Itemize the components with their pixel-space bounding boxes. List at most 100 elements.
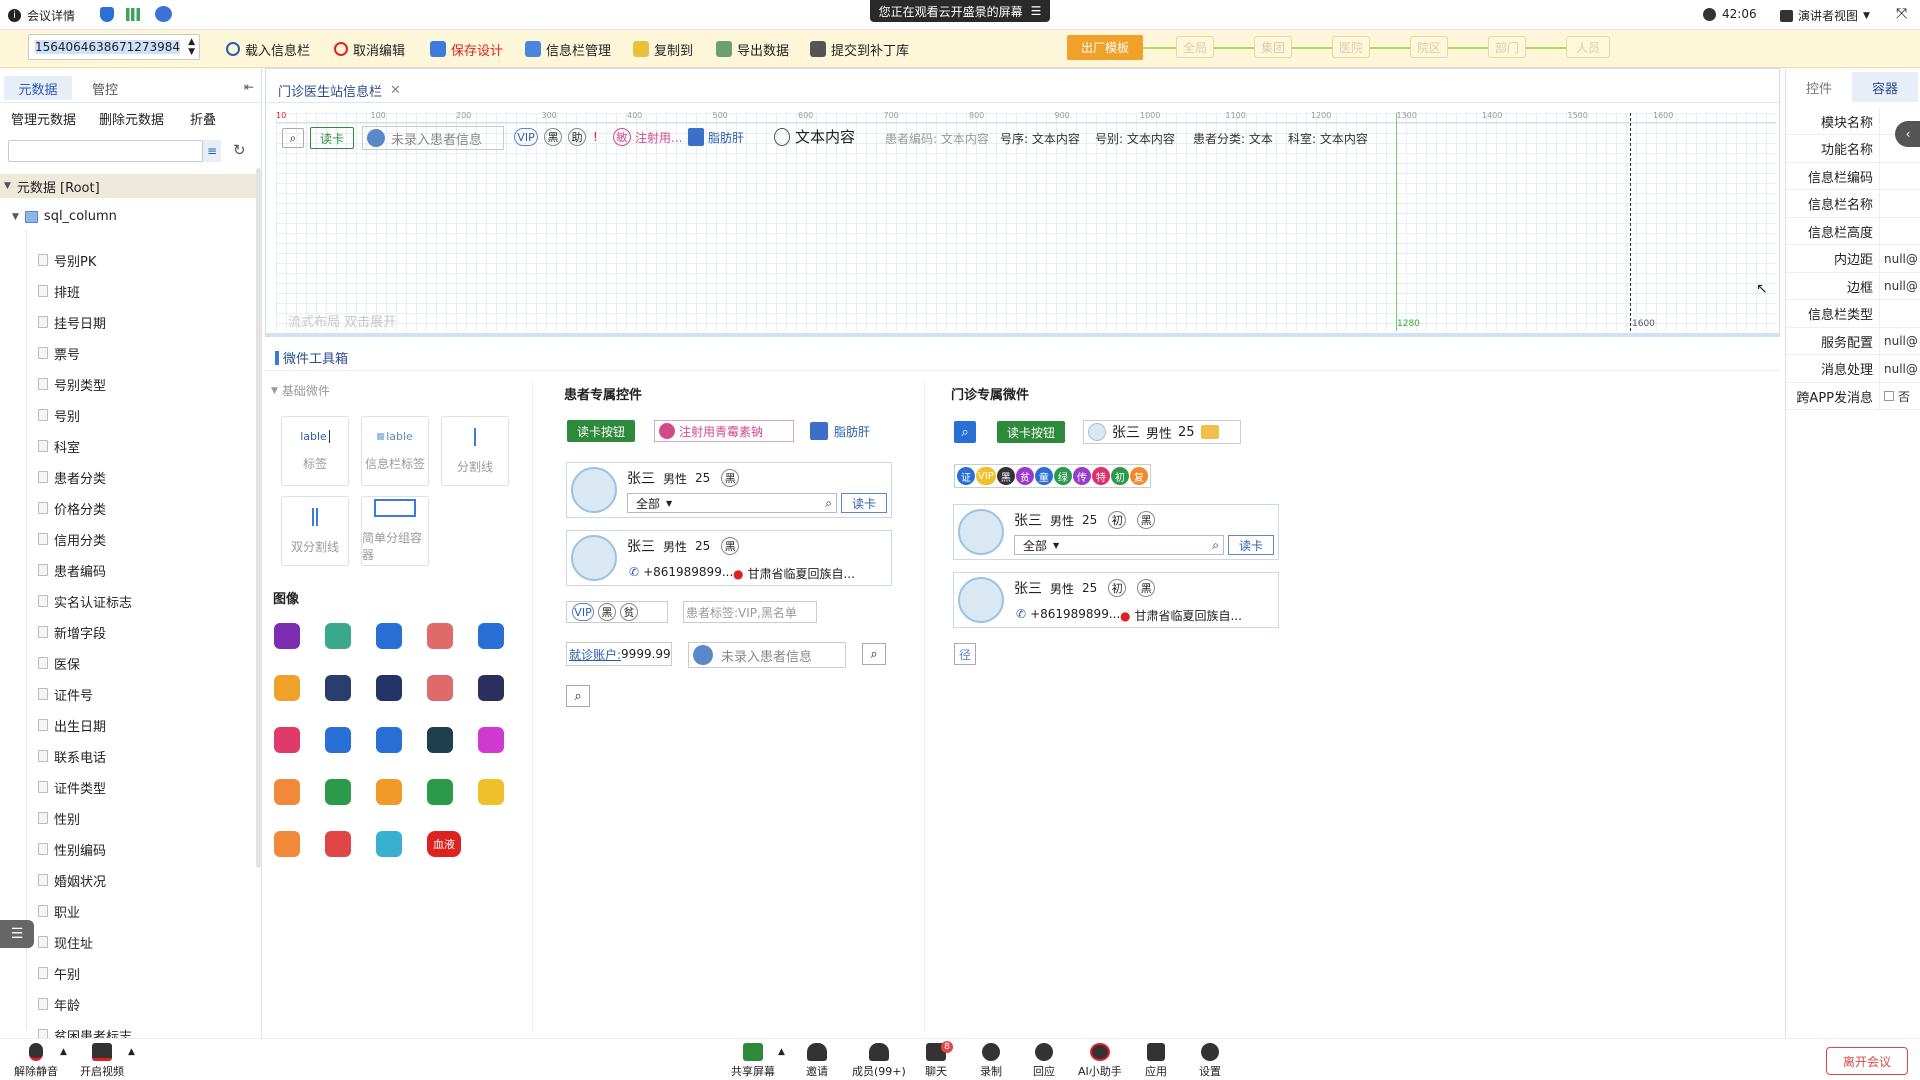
factory-template-button[interactable]: 出厂模板 xyxy=(1067,35,1143,60)
side-menu-toggle[interactable]: ☰ xyxy=(0,920,34,948)
manage-metadata-link[interactable]: 管理元数据 xyxy=(11,109,76,128)
reactions-button[interactable]: 回应 xyxy=(1033,1043,1055,1079)
tree-column-item[interactable]: 现住址 xyxy=(38,932,93,952)
property-value-input[interactable]: null@ xyxy=(1879,327,1920,355)
patient-tags-widget[interactable]: VIP 黑 贫 xyxy=(566,601,668,623)
medical-badge-icon[interactable] xyxy=(427,675,453,701)
figma-icon[interactable] xyxy=(478,727,504,753)
record-button[interactable]: 录制 xyxy=(980,1043,1002,1079)
tablet-icon[interactable] xyxy=(274,831,300,857)
patient-card-contact-2[interactable]: 张三 男性 25 初 黑 ✆ +861989899... ● 甘肃省临夏回族自.… xyxy=(953,572,1279,628)
vaccine-icon[interactable] xyxy=(478,675,504,701)
read-card-button-widget-2[interactable]: 读卡按钮 xyxy=(997,421,1065,443)
clinical-path-widget[interactable]: 径 xyxy=(954,643,976,665)
ai-assistant-button[interactable]: AI小助手 xyxy=(1078,1043,1122,1079)
tree-column-item[interactable]: 午别 xyxy=(38,963,80,983)
unmute-button[interactable]: 解除静音 xyxy=(14,1043,58,1079)
meeting-details-button[interactable]: i 会议详情 xyxy=(8,7,75,24)
read-card-small-button[interactable]: 读卡 xyxy=(1228,535,1274,555)
tree-column-item[interactable]: 婚姻状况 xyxy=(38,870,106,890)
patient-placeholder-widget[interactable]: 未录入患者信息 xyxy=(688,642,846,668)
tree-column-item[interactable]: 性别 xyxy=(38,808,80,828)
visit-account-label[interactable]: 就诊账户: xyxy=(569,646,621,663)
tree-column-item[interactable]: 号别PK xyxy=(38,250,96,270)
tree-column-item[interactable]: 性别编码 xyxy=(38,839,106,859)
copy-to-button[interactable]: 复制到 xyxy=(633,39,693,59)
filter-icon[interactable]: ≡ xyxy=(203,140,221,162)
property-value-input[interactable] xyxy=(1879,217,1920,245)
tab-metadata[interactable]: 元数据 xyxy=(4,76,72,100)
tree-column-item[interactable]: 职业 xyxy=(38,901,80,921)
tree-root[interactable]: ▼ 元数据 [Root] xyxy=(0,174,258,198)
read-card-small-button[interactable]: 读卡 xyxy=(841,493,887,513)
list-app-icon[interactable] xyxy=(274,623,300,649)
info-bar-id-input[interactable]: 1564064638671273984 ▲ ▼ xyxy=(28,34,200,60)
refresh-icon[interactable]: ↻ xyxy=(233,141,246,159)
tab-control[interactable]: 管控 xyxy=(80,76,130,100)
scope-chip-campus[interactable]: 院区 xyxy=(1410,36,1448,58)
caret-up-icon[interactable]: ▲ xyxy=(778,1047,785,1057)
caret-up-icon[interactable]: ▲ xyxy=(128,1047,135,1057)
tree-column-item[interactable]: 号别类型 xyxy=(38,374,106,394)
collapse-panel-icon[interactable]: ⇤ xyxy=(244,80,254,94)
calendar-icon[interactable] xyxy=(427,623,453,649)
close-icon[interactable]: ✕ xyxy=(390,83,401,98)
apps-button[interactable]: 应用 xyxy=(1145,1043,1167,1079)
canvas-splitter[interactable] xyxy=(265,333,1780,337)
export-data-button[interactable]: 导出数据 xyxy=(716,39,789,59)
search-button-widget-2[interactable]: ⌕ xyxy=(566,685,590,707)
widget-label[interactable]: lable 标签 xyxy=(281,416,349,486)
scope-chip-global[interactable]: 全局 xyxy=(1176,36,1214,58)
property-value-input[interactable]: null@ xyxy=(1879,355,1920,382)
yuan-icon[interactable] xyxy=(376,623,402,649)
tree-column-item[interactable]: 票号 xyxy=(38,343,80,363)
scope-chip-department[interactable]: 部门 xyxy=(1488,36,1526,58)
widget-divider[interactable]: 分割线 xyxy=(441,416,509,486)
patient-card-contact[interactable]: 张三 男性 25 黑 ✆ +861989899... ● 甘肃省临夏回族自... xyxy=(566,530,892,586)
patient-placeholder[interactable]: 未录入患者信息 xyxy=(362,126,504,150)
phone-app-icon[interactable] xyxy=(325,675,351,701)
caret-up-icon[interactable]: ▲ xyxy=(60,1047,67,1057)
tree-column-item[interactable]: 年龄 xyxy=(38,994,80,1014)
canvas-grid[interactable]: 10 100 200 300 400 500 600 700 800 900 1000 1100 120… xyxy=(276,111,1776,331)
crown-icon[interactable] xyxy=(376,779,402,805)
allergy-widget[interactable]: 注射用青霉素钠 xyxy=(654,420,794,442)
settings-button[interactable]: 设置 xyxy=(1199,1043,1221,1079)
property-value-input[interactable] xyxy=(1879,162,1920,190)
tree-column-item[interactable]: 出生日期 xyxy=(38,715,106,735)
canvas-tab[interactable]: 门诊医生站信息栏 ✕ xyxy=(278,79,401,101)
property-value-input[interactable]: null@ xyxy=(1879,245,1920,272)
tree-column-item[interactable]: 证件类型 xyxy=(38,777,106,797)
check-icon[interactable] xyxy=(478,779,504,805)
metadata-search-input[interactable] xyxy=(8,140,203,162)
patient-card-search-2[interactable]: 张三 男性 25 初 黑 全部 ▼ ⌕ 读卡 xyxy=(953,504,1279,560)
tab-container[interactable]: 容器 xyxy=(1852,72,1918,102)
colored-tags-row[interactable]: 证 VIP 黑贫童绿传特初复 xyxy=(954,464,1151,488)
chart-app-icon[interactable] xyxy=(274,779,300,805)
expand-panel-button[interactable]: ‹ xyxy=(1895,121,1920,147)
tree-column-item[interactable]: 贫困患者标志 xyxy=(38,1025,132,1038)
scope-chip-hospital[interactable]: 医院 xyxy=(1332,36,1370,58)
tree-scrollbar[interactable] xyxy=(256,168,261,868)
info-bar-preview[interactable]: ⌕ 读卡 未录入患者信息 VIP 黑 助 ! 敏 注射用... 脂肪肝 文本内容… xyxy=(278,125,1618,151)
invite-button[interactable]: 邀请 xyxy=(806,1043,828,1079)
widget-info-bar-label[interactable]: lable 信息栏标签 xyxy=(361,416,429,486)
read-card-button-widget[interactable]: 读卡按钮 xyxy=(567,420,635,442)
tree-column-item[interactable]: 证件号 xyxy=(38,684,93,704)
building-icon[interactable] xyxy=(325,727,351,753)
collapse-link[interactable]: 折叠 xyxy=(190,109,216,128)
tree-column-item[interactable]: 患者分类 xyxy=(38,467,106,487)
tree-column-item[interactable]: 联系电话 xyxy=(38,746,106,766)
basic-widgets-header[interactable]: ▼ 基础微件 xyxy=(271,382,330,399)
view-mode-dropdown[interactable]: 演讲者视图 ▼ xyxy=(1780,7,1870,24)
delete-metadata-link[interactable]: 删除元数据 xyxy=(99,109,164,128)
search-button-widget-3[interactable]: ⌕ xyxy=(954,421,976,443)
start-video-button[interactable]: 开启视频 xyxy=(80,1043,124,1079)
star-badge-icon[interactable] xyxy=(325,779,351,805)
property-value-input[interactable]: 否 xyxy=(1879,382,1920,410)
scope-chip-group[interactable]: 集团 xyxy=(1254,36,1292,58)
drop-icon[interactable] xyxy=(376,727,402,753)
screen-share-notice[interactable]: 您正在观看云开盛景的屏幕 ☰ xyxy=(870,0,1050,22)
m-letter-icon[interactable] xyxy=(274,727,300,753)
patient-filter-select[interactable]: 全部 ▼ ⌕ xyxy=(627,493,837,513)
